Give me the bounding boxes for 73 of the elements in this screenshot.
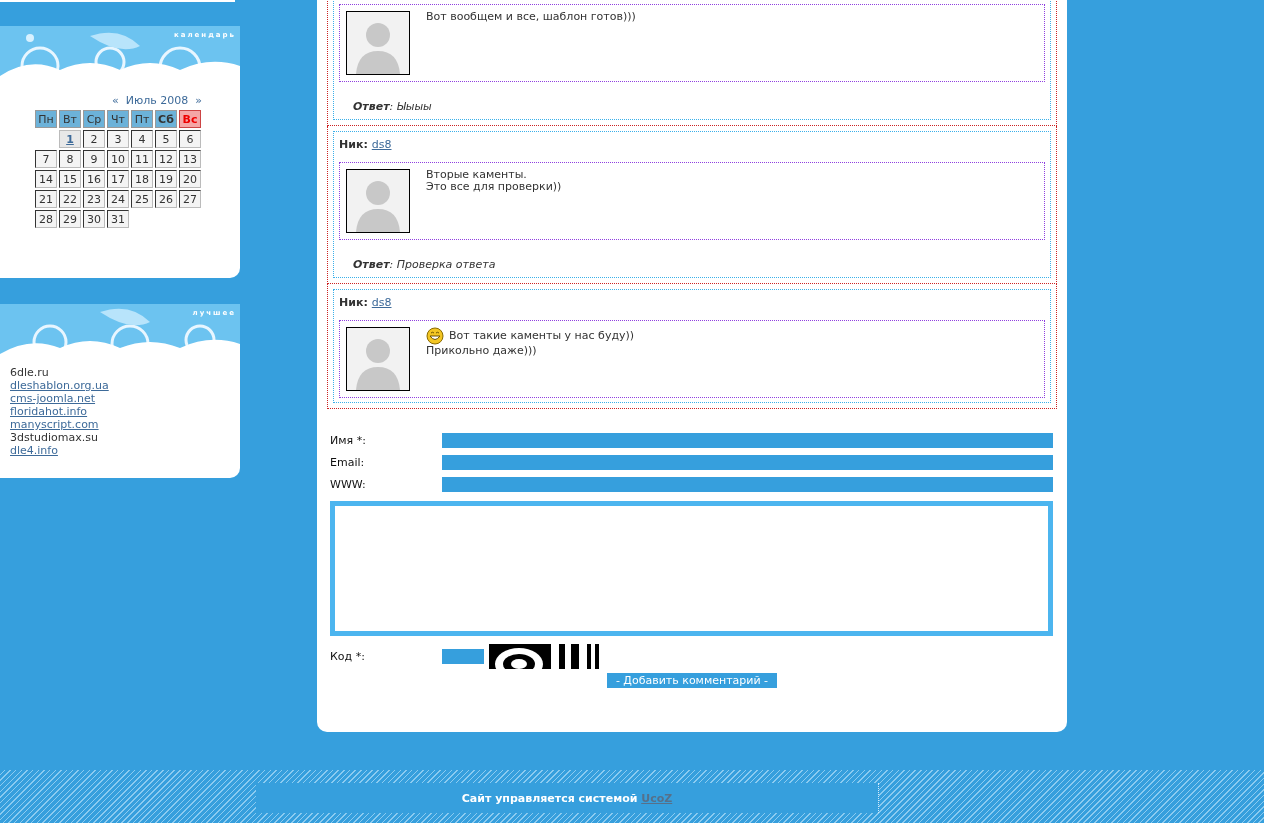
day-cell: 8 [59,150,81,168]
day-cell: 19 [155,170,177,188]
nick-link[interactable]: ds8 [371,296,392,309]
day-cell: 7 [35,150,57,168]
reply-text: Ответ: Проверка ответа [352,257,497,273]
day-cell: 31 [107,210,129,228]
day-cell: 15 [59,170,81,188]
next-month-link[interactable]: » [195,94,202,107]
input-field[interactable] [442,432,1053,448]
day-cell: 13 [179,150,201,168]
smiley-icon [426,327,444,345]
day-cell: 12 [155,150,177,168]
weekday-header: Пт [131,110,153,128]
input-field[interactable] [442,476,1053,492]
comment-text: Вот такие каменты у нас буду)) [449,330,635,342]
day-cell: 30 [83,210,105,228]
day-cell: 21 [35,190,57,208]
day-cell: 5 [155,130,177,148]
day-cell: 24 [107,190,129,208]
day-cell: 6 [179,130,201,148]
day-cell: 10 [107,150,129,168]
day-cell: 20 [179,170,201,188]
site-link[interactable]: manyscript.com [10,418,99,431]
code-field[interactable] [442,648,484,664]
weekday-header: Чт [107,110,129,128]
site-link[interactable]: dleshablon.org.ua [10,379,109,392]
day-cell: 3 [107,130,129,148]
comment-text: Вторые каменты. [426,169,527,181]
day-cell: 29 [59,210,81,228]
comment-text: Вот вообщем и все, шаблон готов))) [426,11,636,23]
day-cell: 27 [179,190,201,208]
avatar-silhouette-icon [346,11,410,75]
weekday-header: Пн [35,110,57,128]
site-link[interactable]: floridahot.info [10,405,88,418]
field-label: Имя *: [330,433,367,447]
site-name: 6dle.ru [10,366,49,379]
day-cell: 16 [83,170,105,188]
weekday-header: Вс [179,110,201,128]
field-label: WWW: [330,477,367,491]
nick-label: Ник: [339,296,368,309]
day-cell: 26 [155,190,177,208]
comment-field[interactable] [330,501,1053,636]
field-label: Email: [330,455,366,469]
avatar-silhouette-icon [346,169,410,233]
site-link[interactable]: dle4.info [10,444,58,457]
input-field[interactable] [442,454,1053,470]
day-cell: 17 [107,170,129,188]
day-cell: 23 [83,190,105,208]
reply-text: Ответ: Ыыыы [352,99,433,115]
site-link[interactable]: cms-joomla.net [10,392,96,405]
site-name: 3dstudiomax.su [10,431,98,444]
day-cell: 22 [59,190,81,208]
day-cell: 28 [35,210,57,228]
comment-text: Прикольно даже))) [426,345,537,357]
nick-label: Ник: [339,138,368,151]
month-link[interactable]: Июль 2008 [125,94,189,107]
weekday-header: Вт [59,110,81,128]
day-cell: 2 [83,130,105,148]
day-cell: 11 [131,150,153,168]
day-cell: 14 [35,170,57,188]
day-cell: 9 [83,150,105,168]
day-cell: 18 [131,170,153,188]
weekday-header: Ср [83,110,105,128]
avatar-silhouette-icon [346,327,410,391]
comment-text: Это все для проверки)) [426,181,562,193]
field-label: Код *: [330,649,366,663]
weekday-header: Сб [155,110,177,128]
day-cell: 25 [131,190,153,208]
footer-text: Сайт управляется системой UcoZ [461,791,673,805]
day-link[interactable]: 1 [59,130,81,148]
previous-month-link[interactable]: « [112,94,119,107]
day-cell: 4 [131,130,153,148]
nick-link[interactable]: ds8 [371,138,392,151]
